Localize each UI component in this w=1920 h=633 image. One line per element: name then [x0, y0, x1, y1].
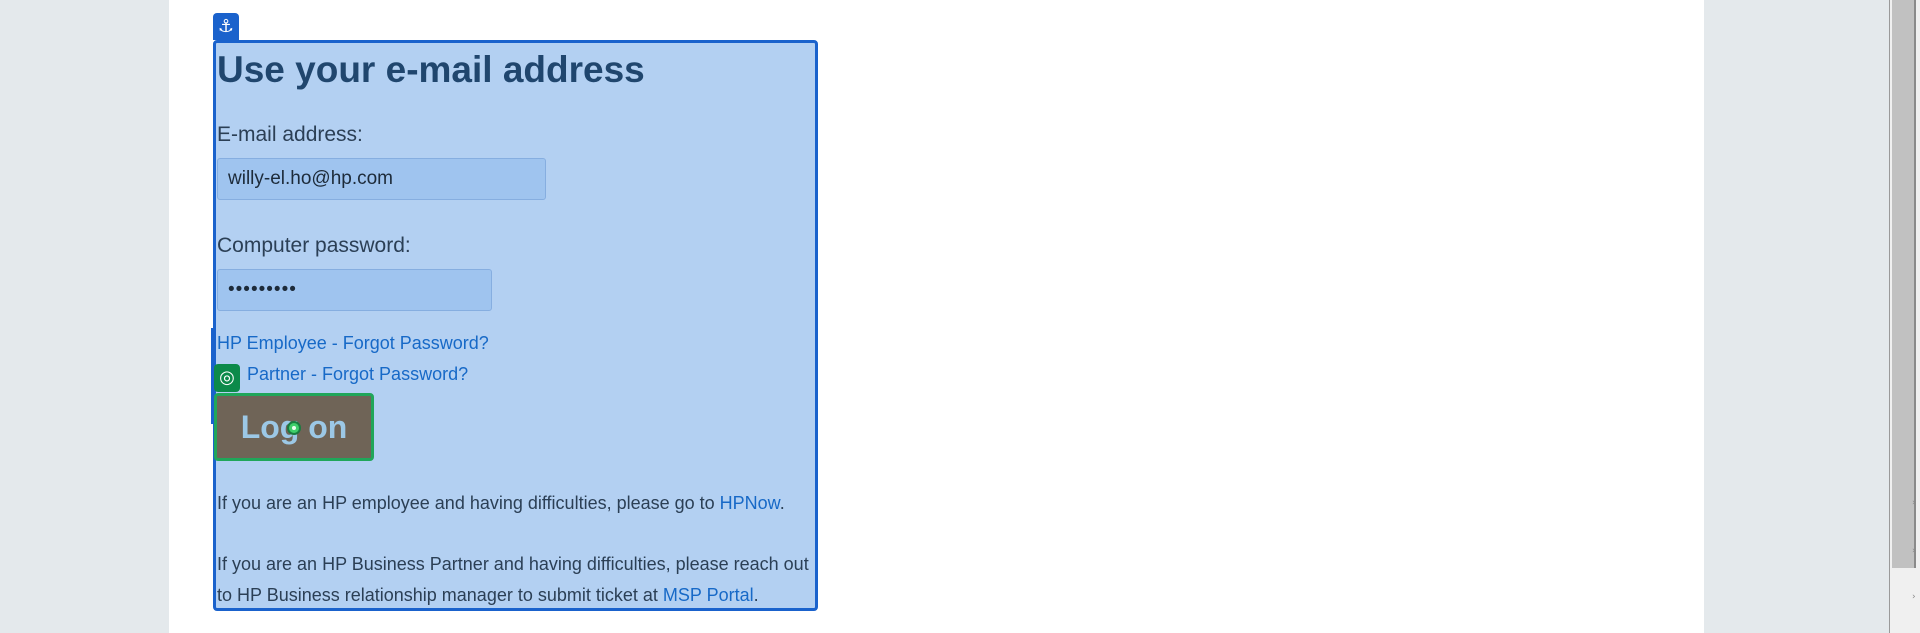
password-field[interactable] — [217, 269, 492, 311]
partner-forgot-password-link[interactable]: Partner - Forgot Password? — [247, 364, 468, 385]
msp-portal-link[interactable]: MSP Portal — [663, 585, 754, 605]
employee-forgot-password-link[interactable]: HP Employee - Forgot Password? — [217, 333, 489, 354]
employee-help-text: If you are an HP employee and having dif… — [217, 493, 720, 513]
scroll-right-icon: › — [1912, 498, 1916, 508]
scroll-right-icon: › — [1912, 592, 1916, 602]
anchor-icon: ⚓ — [213, 13, 239, 40]
partner-help-suffix: . — [753, 585, 759, 605]
email-field[interactable] — [217, 158, 546, 200]
employee-help-suffix: . — [779, 493, 785, 513]
employee-help-note: If you are an HP employee and having dif… — [217, 488, 817, 519]
target-icon: ◎ — [214, 364, 240, 392]
hpnow-link[interactable]: HPNow — [720, 493, 780, 513]
partner-help-note: If you are an HP Business Partner and ha… — [217, 549, 817, 611]
page-right-gutter — [1704, 0, 1889, 633]
scrollbar-thumb[interactable] — [1892, 0, 1916, 568]
email-label: E-mail address: — [217, 123, 363, 146]
page-title: Use your e-mail address — [217, 49, 645, 90]
vertical-scrollbar[interactable]: › › › — [1889, 0, 1920, 633]
cursor-pointer-icon — [287, 421, 301, 435]
scroll-right-icon: › — [1912, 546, 1916, 556]
password-label: Computer password: — [217, 234, 411, 257]
